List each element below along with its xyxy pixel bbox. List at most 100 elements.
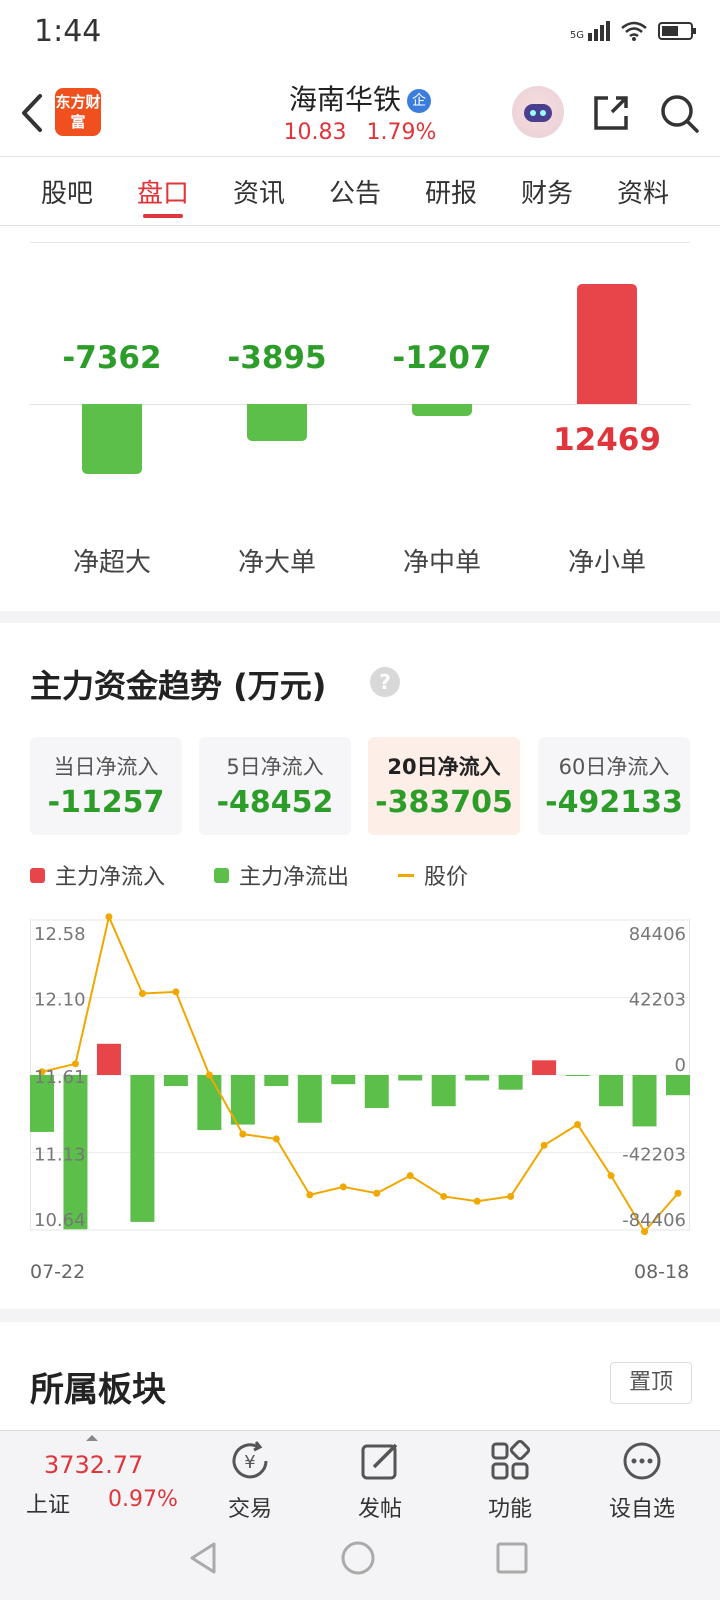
capital-trend-svg: 12.58 12.10 11.61 11.13 10.64 84406 42203 0 -422… [30, 913, 690, 1236]
order-flow-value-small: 12469 [553, 422, 661, 458]
order-flow-bar-medium [412, 404, 472, 416]
sector-card: 所属板块 置顶 [0, 1322, 720, 1432]
stat-60d[interactable]: 60日净流入 -492133 [538, 737, 690, 835]
price-point [339, 1183, 347, 1191]
help-icon[interactable]: ? [370, 667, 400, 697]
left-axis-tick: 11.13 [34, 1145, 86, 1166]
svg-text:¥: ¥ [244, 1452, 255, 1473]
share-icon[interactable] [590, 92, 632, 134]
stock-name: 海南华铁 [288, 83, 401, 116]
right-axis-tick: 84406 [629, 924, 686, 945]
flow-bar [498, 1075, 523, 1090]
stat-20d-label: 20日净流入 [387, 755, 501, 779]
tab-guba[interactable]: 股吧 [19, 173, 115, 210]
price-point [205, 1071, 213, 1079]
price-point [406, 1172, 414, 1180]
stat-20d-value: -383705 [375, 785, 513, 820]
tab-bar: 股吧 盘口 资讯 公告 研报 财务 资料 [0, 157, 720, 226]
price-point [239, 1130, 247, 1138]
nav-recents-icon[interactable] [494, 1540, 530, 1576]
stat-60d-value: -492133 [545, 785, 683, 820]
flow-bar [264, 1075, 289, 1087]
search-icon[interactable] [658, 92, 700, 134]
grid-icon [491, 1439, 531, 1480]
right-axis-tick: 42203 [629, 990, 686, 1011]
tab-news[interactable]: 资讯 [211, 173, 307, 210]
stat-today[interactable]: 当日净流入 -11257 [30, 737, 182, 835]
tab-pankou[interactable]: 盘口 [115, 173, 211, 210]
signal-icon: 5G [570, 21, 610, 41]
flow-bar [163, 1075, 188, 1087]
legend-inflow-label: 主力净流入 [55, 865, 166, 890]
flow-bar [364, 1075, 389, 1109]
capital-trend-chart: 12.58 12.10 11.61 11.13 10.64 84406 42203 0 -422… [30, 908, 690, 1268]
tab-finance[interactable]: 财务 [499, 173, 595, 210]
index-value[interactable]: 3732.77 [44, 1451, 143, 1479]
add-watchlist-label: 设自选 [608, 1497, 675, 1522]
legend-inflow-swatch [30, 867, 45, 883]
flow-bar [297, 1075, 322, 1123]
order-flow-bar-large [247, 404, 307, 441]
flow-bar [666, 1075, 690, 1096]
price-point [373, 1189, 381, 1197]
functions-button[interactable]: 功能 [460, 1439, 560, 1523]
right-axis-tick: -84406 [622, 1210, 686, 1231]
flow-bar [431, 1075, 456, 1107]
stat-today-value: -11257 [47, 785, 165, 820]
tab-profile[interactable]: 资料 [595, 173, 691, 210]
left-axis-tick: 10.64 [34, 1210, 86, 1231]
tab-announcements[interactable]: 公告 [307, 173, 403, 210]
functions-label: 功能 [487, 1497, 532, 1522]
flow-bar [130, 1075, 155, 1222]
flow-bar [96, 1043, 121, 1075]
battery-icon [658, 22, 696, 40]
price-point [172, 988, 180, 996]
trade-button[interactable]: ¥ 交易 [200, 1439, 300, 1523]
right-axis-tick: 0 [675, 1055, 686, 1076]
pin-top-button[interactable]: 置顶 [610, 1362, 692, 1404]
legend-outflow: 主力净流出 [214, 859, 349, 891]
index-change-pct[interactable]: 0.97% [108, 1487, 178, 1512]
post-label: 发帖 [357, 1497, 402, 1522]
status-time: 1:44 [34, 14, 102, 49]
divider [30, 242, 690, 243]
stat-20d[interactable]: 20日净流入 -383705 [368, 737, 520, 835]
wifi-icon [621, 21, 647, 41]
tab-research[interactable]: 研报 [403, 173, 499, 210]
order-flow-value-large: -3895 [227, 340, 327, 376]
order-flow-bar-small [577, 284, 637, 404]
nav-home-icon[interactable] [340, 1540, 376, 1576]
legend-outflow-label: 主力净流出 [239, 865, 350, 890]
assistant-robot-icon[interactable] [512, 86, 564, 138]
stock-change-pct: 1.79% [366, 120, 437, 145]
price-point [105, 913, 113, 921]
price-point [440, 1192, 448, 1200]
price-point [607, 1172, 615, 1180]
stat-60d-label: 60日净流入 [558, 755, 670, 779]
index-name[interactable]: 上证 [26, 1487, 70, 1519]
price-point [540, 1141, 548, 1149]
price-point [272, 1135, 280, 1143]
enterprise-badge: 企 [407, 89, 431, 113]
post-button[interactable]: 发帖 [330, 1439, 430, 1523]
stat-5d-label: 5日净流入 [226, 755, 324, 779]
legend-price-swatch [398, 873, 414, 877]
right-axis-tick: -42203 [622, 1145, 686, 1166]
order-flow-label-super: 净超大 [72, 548, 151, 578]
flow-bar [230, 1075, 255, 1125]
order-flow-value-medium: -1207 [392, 340, 492, 376]
price-point [674, 1189, 682, 1197]
status-bar: 1:44 5G [0, 0, 720, 70]
sector-title: 所属板块 [30, 1370, 166, 1410]
caret-up-icon [86, 1435, 98, 1441]
order-flow-bar-super [82, 404, 142, 474]
network-label: 5G [569, 30, 584, 41]
nav-back-icon[interactable] [186, 1540, 222, 1576]
stat-5d[interactable]: 5日净流入 -48452 [199, 737, 351, 835]
flow-bar [331, 1075, 356, 1085]
post-icon [361, 1443, 398, 1480]
add-watchlist-button[interactable]: 设自选 [592, 1439, 692, 1523]
price-point [306, 1191, 314, 1199]
legend-inflow: 主力净流入 [30, 859, 165, 891]
stock-header: 东方财富 海南华铁企 10.83 1.79% [0, 70, 720, 157]
